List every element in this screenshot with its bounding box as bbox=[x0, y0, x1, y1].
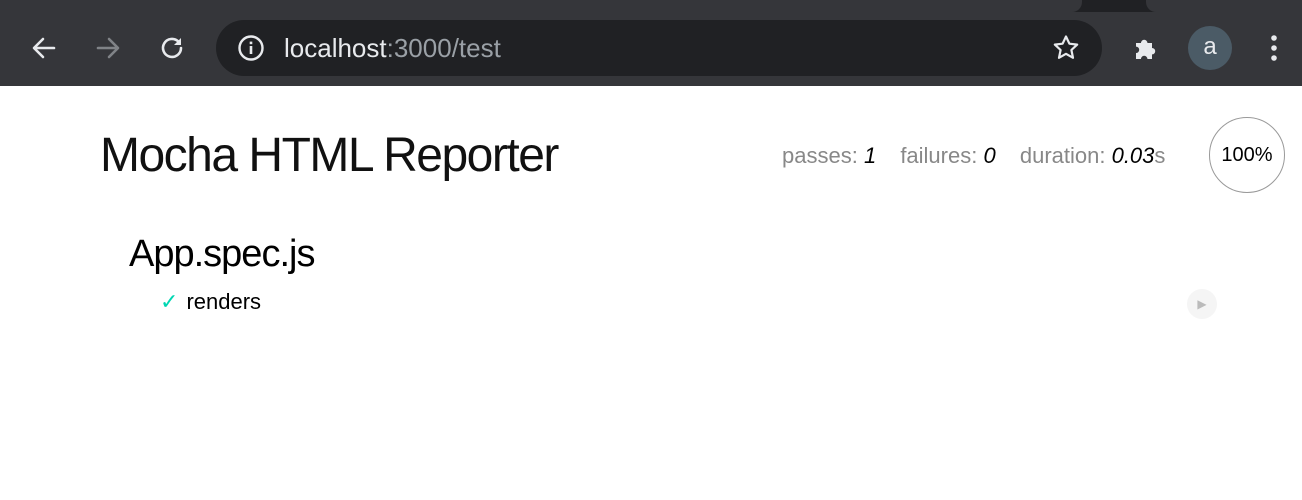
test-name[interactable]: renders bbox=[186, 289, 261, 314]
address-bar[interactable]: localhost:3000/test bbox=[216, 20, 1102, 76]
url-path: :3000/test bbox=[386, 33, 501, 63]
failures-count: 0 bbox=[983, 143, 996, 168]
browser-toolbar: localhost:3000/test a bbox=[0, 12, 1302, 86]
duration-unit: s bbox=[1154, 143, 1166, 168]
reload-button[interactable] bbox=[152, 30, 192, 66]
passes-label: passes: bbox=[782, 143, 864, 168]
info-icon bbox=[238, 35, 264, 61]
test-stats: passes: 1 failures: 0 duration: 0.03s bbox=[782, 142, 1165, 170]
failures-label: failures: bbox=[900, 143, 984, 168]
passes-count: 1 bbox=[863, 143, 877, 168]
failures-stat[interactable]: failures: 0 bbox=[900, 143, 995, 168]
extensions-button[interactable] bbox=[1128, 30, 1164, 66]
browser-menu-button[interactable] bbox=[1258, 30, 1290, 66]
passes-stat[interactable]: passes: 1 bbox=[782, 143, 876, 168]
progress-indicator: 100% bbox=[1209, 117, 1285, 193]
page-title: Mocha HTML Reporter bbox=[100, 129, 559, 182]
bookmark-button[interactable] bbox=[1050, 32, 1082, 64]
duration-label: duration: bbox=[1019, 143, 1112, 168]
new-tab-area[interactable] bbox=[1146, 0, 1302, 12]
puzzle-piece-icon bbox=[1136, 39, 1156, 59]
play-icon: ▶ bbox=[1197, 297, 1207, 311]
test-item: ✓ renders bbox=[160, 288, 261, 316]
url-host: localhost bbox=[284, 33, 387, 63]
duration-value: 0.03 bbox=[1111, 143, 1155, 168]
reload-icon bbox=[161, 37, 183, 59]
active-tab[interactable] bbox=[0, 0, 1082, 12]
arrow-right-icon bbox=[96, 37, 120, 59]
kebab-menu-icon bbox=[1271, 35, 1277, 61]
duration-stat: duration: 0.03s bbox=[1020, 143, 1166, 168]
suite-title[interactable]: App.spec.js bbox=[129, 232, 315, 276]
site-info-button[interactable] bbox=[236, 33, 266, 63]
replay-button[interactable]: ▶ bbox=[1187, 289, 1217, 319]
forward-button[interactable] bbox=[88, 30, 128, 66]
url-text[interactable]: localhost:3000/test bbox=[284, 20, 501, 76]
check-icon: ✓ bbox=[160, 289, 179, 314]
profile-avatar[interactable]: a bbox=[1188, 26, 1232, 70]
star-icon bbox=[1053, 35, 1079, 59]
back-button[interactable] bbox=[24, 30, 64, 66]
tab-strip bbox=[0, 0, 1302, 12]
arrow-left-icon bbox=[32, 37, 56, 59]
